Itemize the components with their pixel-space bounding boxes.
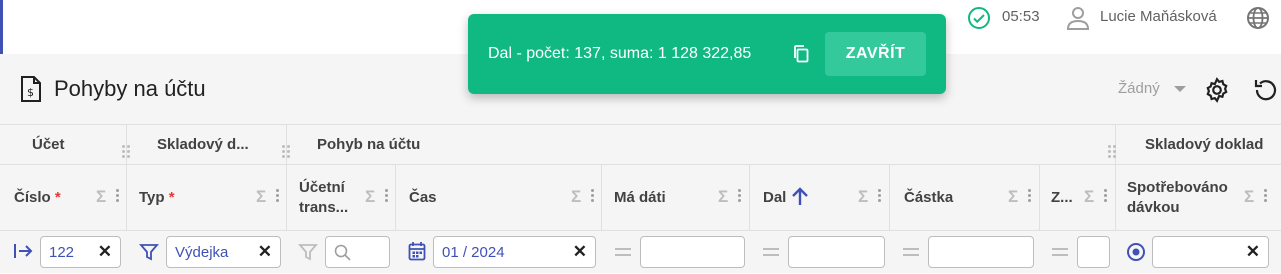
column-menu-icon[interactable] — [1104, 189, 1107, 203]
group-ucet: Účet — [32, 136, 65, 153]
ma-dati-filter-input[interactable] — [640, 236, 745, 268]
clear-icon[interactable]: ✕ — [98, 242, 112, 262]
column-cislo[interactable]: Číslo * — [14, 189, 61, 206]
calendar-icon[interactable] — [408, 241, 426, 261]
chevron-down-icon[interactable] — [1174, 86, 1186, 92]
group-pohyb-na-uctu: Pohyb na účtu — [317, 136, 421, 153]
column-group-row: Účet Skladový d... Pohyb na účtu Skladov… — [0, 125, 1281, 165]
arrow-to-right-icon[interactable] — [13, 242, 33, 260]
invoice-document-icon: $ — [21, 76, 41, 102]
column-menu-icon[interactable] — [1264, 189, 1267, 203]
castka-filter-input[interactable] — [928, 236, 1034, 268]
radio-selected-icon[interactable] — [1126, 242, 1146, 262]
column-menu-icon[interactable] — [878, 189, 881, 203]
cislo-filter-input[interactable]: 122 ✕ — [40, 236, 121, 268]
filter-row: 122 ✕ Výdejka ✕ 01 / 2024 ✕ ✕ — [0, 231, 1281, 274]
undo-icon[interactable] — [1253, 77, 1279, 103]
equals-icon[interactable] — [903, 248, 919, 256]
column-menu-icon[interactable] — [591, 189, 594, 203]
gear-icon[interactable] — [1204, 77, 1230, 103]
sum-icon[interactable]: Σ — [1084, 187, 1094, 207]
column-typ[interactable]: Typ * — [139, 189, 175, 206]
column-menu-icon[interactable] — [276, 189, 279, 203]
dal-filter-input[interactable] — [788, 236, 885, 268]
sort-ascending-icon[interactable] — [790, 187, 810, 207]
typ-filter-input[interactable]: Výdejka ✕ — [166, 236, 281, 268]
drag-handle-icon[interactable] — [122, 145, 130, 159]
ucetni-transakce-search-input[interactable] — [325, 236, 390, 268]
check-circle-icon — [968, 7, 990, 29]
clear-icon[interactable]: ✕ — [1246, 242, 1260, 262]
drag-handle-icon[interactable] — [282, 145, 290, 159]
data-grid: Účet Skladový d... Pohyb na účtu Skladov… — [0, 124, 1281, 273]
z-filter-input[interactable] — [1077, 236, 1110, 268]
column-cas[interactable]: Čas — [409, 189, 437, 206]
group-skladovy-doklad: Skladový doklad — [1145, 136, 1264, 153]
column-dal[interactable]: Dal — [763, 189, 786, 206]
sum-icon[interactable]: Σ — [96, 187, 106, 207]
svg-text:$: $ — [27, 86, 34, 99]
equals-icon[interactable] — [615, 248, 631, 256]
equals-icon[interactable] — [1052, 248, 1068, 256]
session-time: 05:53 — [1002, 8, 1040, 25]
column-menu-icon[interactable] — [1028, 189, 1031, 203]
column-menu-icon[interactable] — [738, 189, 741, 203]
user-name[interactable]: Lucie Maňásková — [1100, 8, 1217, 25]
drag-handle-icon[interactable] — [1108, 145, 1116, 159]
column-castka[interactable]: Částka — [904, 189, 953, 206]
sum-notification-toast: Dal - počet: 137, suma: 1 128 322,85 ZAV… — [468, 14, 946, 94]
column-spotrebovano-davkou[interactable]: Spotřebováno dávkou — [1127, 178, 1228, 218]
close-toast-button[interactable]: ZAVŘÍT — [825, 32, 926, 76]
view-selector[interactable]: Žádný — [1118, 80, 1160, 97]
cas-filter-input[interactable]: 01 / 2024 ✕ — [433, 236, 596, 268]
copy-icon[interactable] — [792, 44, 810, 64]
spotrebovano-davkou-filter-input[interactable]: ✕ — [1152, 236, 1269, 268]
search-icon — [334, 244, 351, 261]
sum-icon[interactable]: Σ — [1244, 187, 1254, 207]
sum-icon[interactable]: Σ — [571, 187, 581, 207]
globe-icon[interactable] — [1246, 6, 1270, 30]
clear-icon[interactable]: ✕ — [573, 242, 587, 262]
column-header-row: Číslo * Σ Typ * Σ Účetní trans... Σ Čas Σ… — [0, 165, 1281, 231]
column-menu-icon[interactable] — [116, 189, 119, 203]
page-title: Pohyby na účtu — [54, 76, 206, 101]
filter-icon[interactable] — [139, 242, 159, 262]
column-ma-dati[interactable]: Má dáti — [614, 189, 666, 206]
sum-icon[interactable]: Σ — [365, 187, 375, 207]
equals-icon[interactable] — [763, 248, 779, 256]
column-ucetni-transakce[interactable]: Účetní trans... — [299, 178, 348, 218]
sum-icon[interactable]: Σ — [1008, 187, 1018, 207]
sum-icon[interactable]: Σ — [858, 187, 868, 207]
column-z[interactable]: Z... — [1051, 189, 1073, 206]
filter-icon[interactable] — [298, 242, 318, 262]
toast-message: Dal - počet: 137, suma: 1 128 322,85 — [488, 45, 752, 62]
column-menu-icon[interactable] — [385, 189, 388, 203]
group-skladovy-d: Skladový d... — [157, 136, 249, 153]
sum-icon[interactable]: Σ — [718, 187, 728, 207]
user-icon[interactable] — [1066, 5, 1090, 31]
sum-icon[interactable]: Σ — [256, 187, 266, 207]
clear-icon[interactable]: ✕ — [258, 242, 272, 262]
